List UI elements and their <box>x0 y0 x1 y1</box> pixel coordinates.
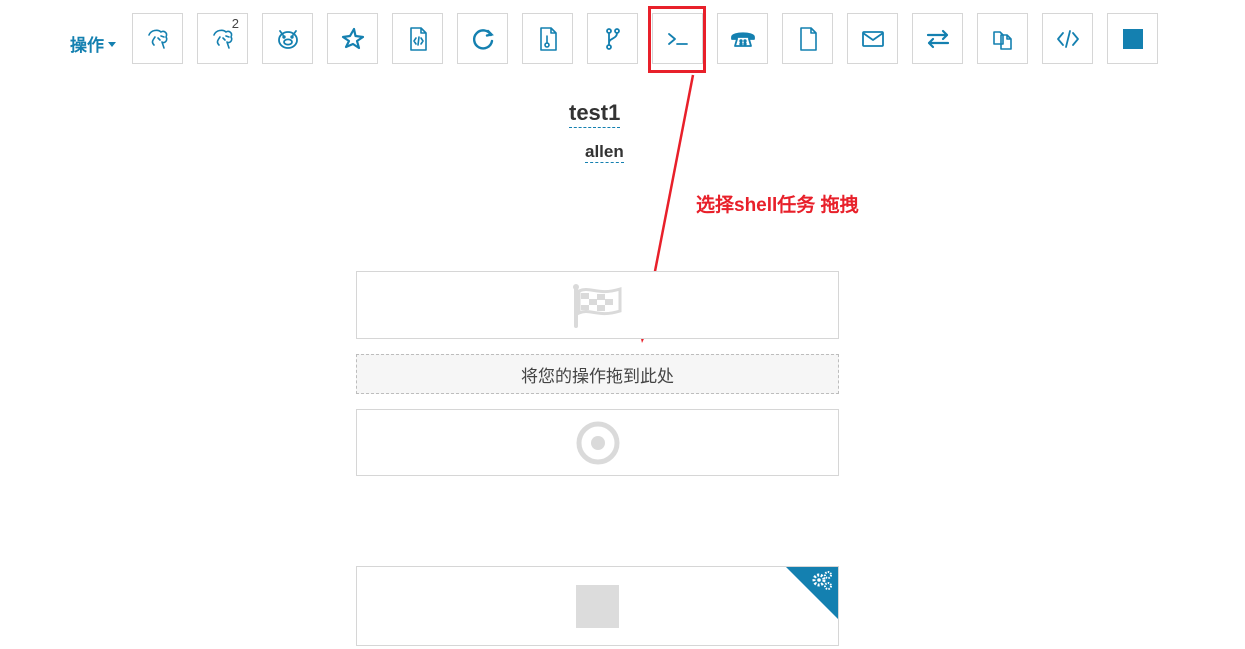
stop-square-icon <box>576 584 619 628</box>
shell-icon <box>667 32 688 45</box>
tool-hive2[interactable]: 2 <box>197 13 248 64</box>
tool-spark[interactable] <box>327 13 378 64</box>
actions-menu[interactable]: 操作 <box>70 31 116 56</box>
streaming-icon <box>926 29 949 48</box>
tool-generic[interactable] <box>1042 13 1093 64</box>
hive2-badge: 2 <box>231 16 239 31</box>
kill-node <box>356 566 839 646</box>
tool-hive[interactable] <box>132 13 183 64</box>
gears-icon[interactable] <box>786 567 838 619</box>
pig-icon <box>277 29 298 49</box>
tool-sqoop[interactable] <box>457 13 508 64</box>
drop-zone[interactable]: 将您的操作拖到此处 <box>356 354 839 394</box>
annotation-text: 选择shell任务 拖拽 <box>696 195 859 216</box>
distcp-icon <box>992 30 1012 50</box>
tool-java[interactable] <box>392 13 443 64</box>
tool-email[interactable] <box>847 13 898 64</box>
end-node <box>356 409 839 476</box>
drop-zone-text: 将您的操作拖到此处 <box>521 366 674 386</box>
sqoop-icon <box>472 28 494 50</box>
email-icon <box>861 30 884 47</box>
generic-icon <box>1056 29 1079 48</box>
tool-streaming[interactable] <box>912 13 963 64</box>
start-node <box>356 271 839 339</box>
actions-menu-label: 操作 <box>70 36 104 55</box>
tool-mapreduce[interactable] <box>522 13 573 64</box>
subworkflow-icon <box>605 27 620 50</box>
spark-icon <box>341 27 364 49</box>
workflow-name[interactable]: test1 <box>569 100 621 128</box>
tool-pig[interactable] <box>262 13 313 64</box>
mapreduce-icon <box>539 26 557 51</box>
target-icon <box>576 421 619 464</box>
tool-hdfs-fs[interactable] <box>782 13 833 64</box>
kill-icon <box>1122 28 1143 49</box>
java-icon <box>409 26 427 51</box>
workflow-user[interactable]: allen <box>585 142 624 163</box>
flag-checkered-icon <box>572 284 621 328</box>
ssh-icon <box>730 31 755 47</box>
tool-kill[interactable] <box>1107 13 1158 64</box>
tool-shell[interactable] <box>652 13 703 64</box>
tool-distcp[interactable] <box>977 13 1028 64</box>
caret-down-icon <box>108 42 116 47</box>
hdfs-fs-icon <box>799 26 817 51</box>
hive-icon <box>147 29 167 49</box>
tool-subworkflow[interactable] <box>587 13 638 64</box>
tool-ssh[interactable] <box>717 13 768 64</box>
